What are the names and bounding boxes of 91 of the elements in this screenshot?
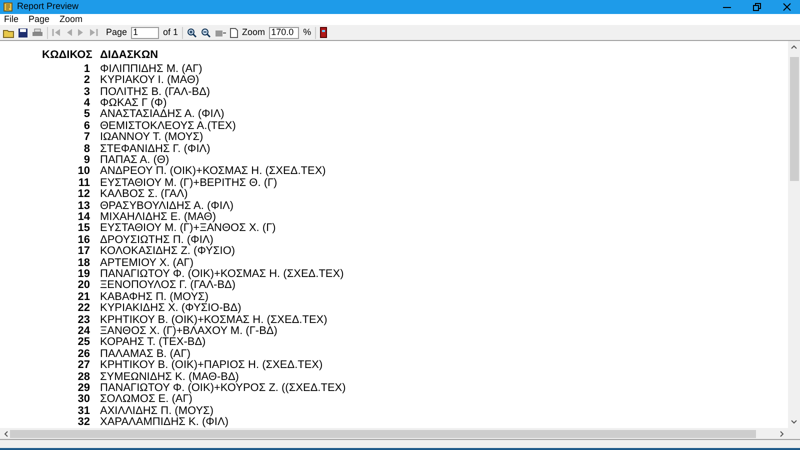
percent-label: % (303, 26, 312, 39)
zoom-out-icon[interactable] (201, 28, 212, 38)
teacher-cell: ΠΑΝΑΓΙΩΤΟΥ Φ. (ΟΙΚ)+ΚΟΣΜΑΣ Η. (ΣΧΕΔ.ΤΕΧ) (100, 269, 344, 280)
code-cell-text: 18 (76, 258, 90, 269)
code-cell-text: 11 (77, 178, 90, 189)
code-cell-text: 31 (76, 406, 90, 417)
code-cell-text: 10 (76, 166, 90, 178)
teacher-cell: ΑΧΙΛΛΙΔΗΣ Π. (ΜΟΥΣ) (100, 406, 214, 417)
code-cell-text: 6 (82, 120, 90, 132)
code-cell-text: 28 (76, 372, 90, 383)
teacher-cell: ΘΡΑΣΥΒΟΥΛΙΔΗΣ Α. (ΦΙΛ) (100, 200, 234, 212)
teacher-cell: ΞΑΝΘΟΣ Χ. (Γ)+ΒΛΑΧΟΥ Μ. (Γ-ΒΔ) (100, 326, 278, 338)
teacher-cell: ΑΝΑΣΤΑΣΙΑΔΗΣ Α. (ΦΙΛ) (100, 109, 224, 120)
code-cell-text: 8 (82, 144, 90, 155)
teacher-cell: ΠΑΝΑΓΙΩΤΟΥ Φ. (ΟΙΚ)+ΚΟΥΡΟΣ Ζ. ((ΣΧΕΔ.ΤΕΧ) (100, 383, 346, 394)
report-icon (3, 2, 13, 12)
teacher-cell: ΔΡΟΥΣΙΩΤΗΣ Π. (ΦΙΛ) (100, 234, 214, 246)
teacher-cell: ΚΡΗΤΙΚΟΥ Β. (ΟΙΚ)+ΚΟΣΜΑΣ Η. (ΣΧΕΔ.ΤΕΧ) (100, 314, 328, 326)
menu-item[interactable]: Zoom (60, 12, 83, 26)
teacher-cell: ΑΡΤΕΜΙΟΥ Χ. (ΑΓ) (100, 258, 194, 269)
teacher-cell: ΠΑΠΑΣ Α. (Θ) (100, 154, 170, 166)
scrollbar-thumb[interactable] (790, 57, 798, 181)
code-cell-text: 27 (76, 360, 90, 372)
code-cell-text: 19 (76, 269, 90, 280)
teacher-cell: ΚΑΒΑΦΗΣ Π. (ΜΟΥΣ) (100, 292, 208, 303)
code-cell-text: 9 (82, 154, 90, 166)
page-icon[interactable] (230, 28, 238, 38)
teacher-cell: ΕΥΣΤΑΘΙΟΥ Μ. (Γ)+ΒΕΡΙΤΗΣ Θ. (Γ) (100, 178, 278, 189)
restore-icon[interactable] (753, 3, 761, 11)
code-cell-text: 23 (76, 314, 90, 326)
save-icon[interactable] (18, 28, 28, 38)
code-cell-text: 3 (82, 86, 90, 98)
exit-icon[interactable] (320, 27, 328, 38)
code-cell-text: 29 (76, 383, 90, 394)
scroll-left-icon[interactable] (2, 430, 10, 436)
code-cell-text: 30 (76, 394, 90, 406)
zoom-label: Zoom (242, 26, 266, 39)
page-field[interactable]: 1 (131, 26, 160, 38)
code-cell-text: 16 (76, 234, 90, 246)
code-cell-text: 14 (76, 212, 90, 223)
teacher-cell: ΧΑΡΑΛΑΜΠΙΔΗΣ Κ. (ΦΙΛ) (100, 417, 228, 428)
code-cell-text: 15 (76, 223, 90, 234)
code-cell-text: 21 (76, 292, 90, 303)
teacher-cell: ΚΟΡΑΗΣ Τ. (ΤΕΧ-ΒΔ) (100, 337, 206, 348)
code-cell-text: 22 (76, 303, 90, 314)
code-cell-text: 7 (82, 132, 90, 144)
page-width-icon[interactable] (215, 28, 226, 38)
code-cell-text: 20 (76, 280, 90, 292)
code-cell-text: 25 (76, 337, 90, 348)
page-label: Page (106, 26, 128, 39)
code-cell-text: 4 (82, 98, 90, 109)
scrollbar-thumb[interactable] (10, 430, 756, 438)
column-header: ΔΙΔΑΣΚΩΝ (100, 48, 158, 63)
teacher-cell: ΣΥΜΕΩΝΙΔΗΣ Κ. (ΜΑΘ-ΒΔ) (100, 372, 239, 383)
window-title: Report Preview (17, 0, 79, 14)
code-cell-text: 24 (76, 326, 90, 338)
code-cell-text: 1 (82, 64, 90, 75)
teacher-cell: ΚΥΡΙΑΚΟΥ Ι. (ΜΑΘ) (100, 75, 200, 86)
teacher-cell: ΦΩΚΑΣ Γ (Φ) (100, 98, 167, 109)
teacher-cell: ΘΕΜΙΣΤΟΚΛΕΟΥΣ Α.(ΤΕΧ) (100, 120, 236, 132)
teacher-cell: ΠΟΛΙΤΗΣ Β. (ΓΑΛ-ΒΔ) (100, 86, 210, 98)
teacher-cell: ΙΩΑΝΝΟΥ Τ. (ΜΟΥΣ) (100, 132, 204, 144)
teacher-cell: ΚΡΗΤΙΚΟΥ Β. (ΟΙΚ)+ΠΑΡΙΟΣ Η. (ΣΧΕΔ.ΤΕΧ) (100, 360, 323, 372)
close-icon[interactable] (783, 3, 791, 11)
code-cell-text: 5 (82, 109, 90, 120)
zoom-in-icon[interactable] (187, 28, 198, 38)
teacher-cell: ΜΙΧΑΗΛΙΔΗΣ Ε. (ΜΑΘ) (100, 212, 216, 223)
teacher-cell: ΠΑΛΑΜΑΣ Β. (ΑΓ) (100, 348, 190, 360)
code-cell-text: 12 (76, 189, 90, 200)
printer-icon[interactable] (32, 28, 43, 38)
teacher-cell: ΕΥΣΤΑΘΙΟΥ Μ. (Γ)+ΞΑΝΘΟΣ Χ. (Γ) (100, 223, 276, 234)
page-count-label: of 1 (163, 26, 178, 39)
teacher-cell: ΚΥΡΙΑΚΙΔΗΣ Χ. (ΦΥΣΙΟ-ΒΔ) (100, 303, 242, 314)
zoom-field[interactable]: 170.0 (269, 26, 300, 38)
code-cell-text: 32 (76, 417, 90, 428)
menu-item[interactable]: File (4, 12, 19, 26)
code-cell-text: 2 (82, 75, 90, 86)
teacher-cell: ΦΙΛΙΠΠΙΔΗΣ Μ. (ΑΓ) (100, 64, 202, 75)
teacher-cell: ΣΟΛΩΜΟΣ Ε. (ΑΓ) (100, 394, 192, 406)
teacher-cell: ΚΟΛΟΚΑΣΙΔΗΣ Ζ. (ΦΥΣΙΟ) (100, 246, 236, 258)
teacher-cell: ΞΕΝΟΠΟΥΛΟΣ Γ. (ΓΑΛ-ΒΔ) (100, 280, 236, 292)
teacher-cell: ΑΝΔΡΕΟΥ Π. (ΟΙΚ)+ΚΟΣΜΑΣ Η. (ΣΧΕΔ.ΤΕΧ) (100, 166, 326, 178)
code-cell-text: 13 (76, 200, 90, 212)
column-header: ΚΩΔΙΚΟΣ (42, 48, 94, 63)
code-cell-text: 26 (76, 348, 90, 360)
menu-item[interactable]: Page (28, 12, 50, 26)
scroll-right-icon[interactable] (778, 430, 786, 436)
teacher-cell: ΚΑΛΒΟΣ Σ. (ΓΑΛ) (100, 189, 188, 200)
teacher-cell: ΣΤΕΦΑΝΙΔΗΣ Γ. (ΦΙΛ) (100, 144, 210, 155)
code-cell-text: 17 (76, 246, 90, 258)
folder-icon[interactable] (3, 28, 14, 38)
